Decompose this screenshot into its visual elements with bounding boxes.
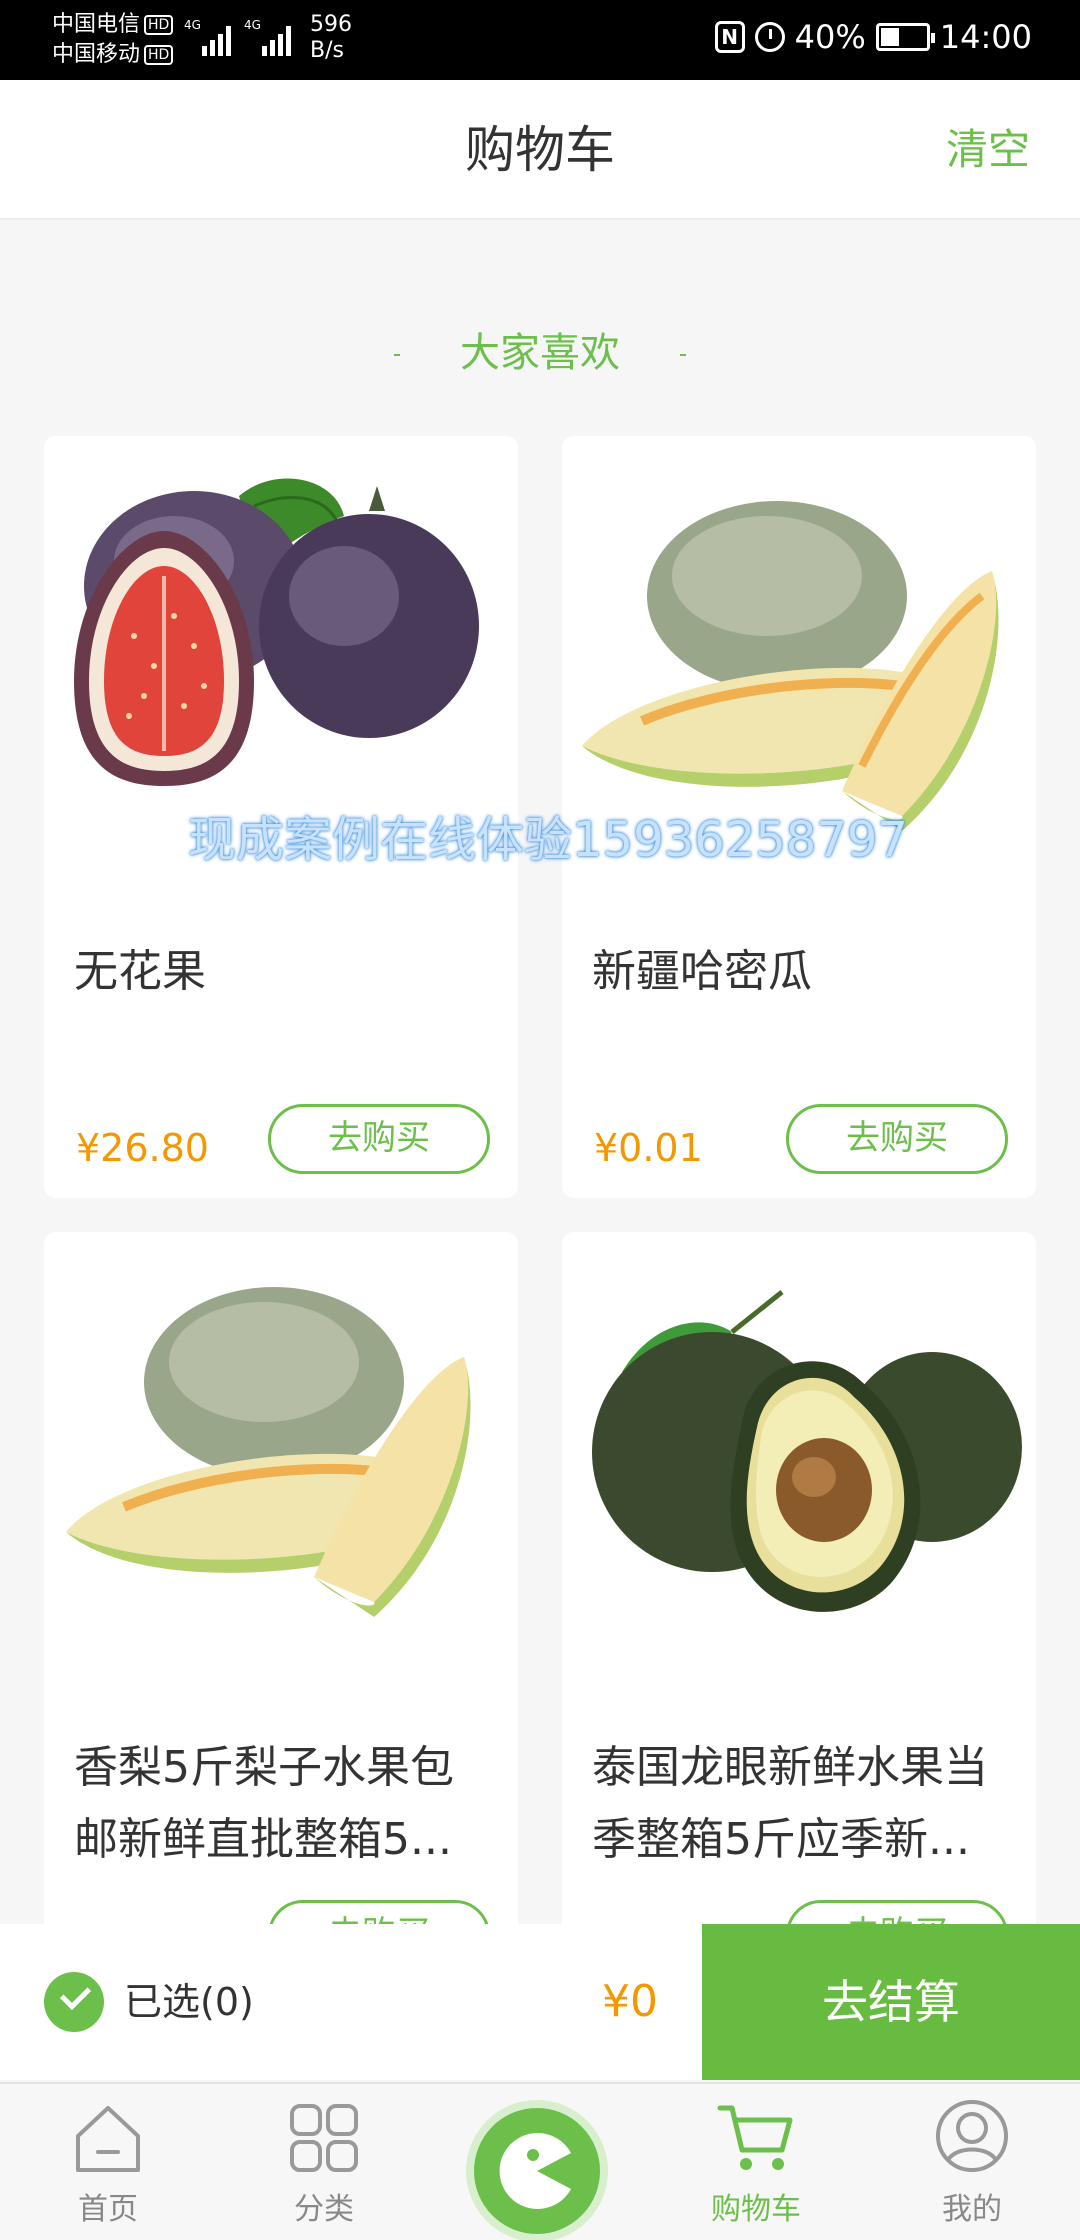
- cart-total: ¥0: [602, 1976, 658, 2027]
- bottom-tab-bar: 首页 分类 购物车 我的: [0, 2082, 1080, 2240]
- battery-icon: [875, 23, 935, 51]
- product-name: 无花果: [74, 946, 206, 997]
- section-title-text: 大家喜欢: [460, 330, 620, 376]
- tab-label: 我的: [942, 2192, 1002, 2227]
- buy-button[interactable]: 去购买: [268, 1104, 490, 1174]
- tab-me[interactable]: 我的: [892, 2084, 1052, 2240]
- product-name: 新疆哈密瓜: [592, 946, 812, 997]
- product-name: 香梨5斤梨子水果包邮新鲜直批整箱5...: [74, 1742, 454, 1865]
- carrier2-label: 中国移动: [52, 42, 141, 67]
- nav-header: 购物车 清空: [0, 80, 1080, 220]
- alarm-icon: [754, 22, 785, 52]
- system-indicators: N 40% 14:00: [714, 18, 1032, 56]
- clear-cart-button[interactable]: 清空: [946, 80, 1030, 220]
- product-card[interactable]: 泰国龙眼新鲜水果当季整箱5斤应季新... 去购买: [562, 1232, 1036, 1994]
- selected-count: 已选(0): [124, 1980, 254, 2024]
- home-icon: [76, 2106, 140, 2172]
- product-price: ¥26.80: [76, 1126, 209, 1170]
- tab-label: 首页: [78, 2192, 138, 2227]
- carrier1-label: 中国电信: [52, 12, 141, 37]
- title-divider: [394, 354, 400, 356]
- select-all-checkbox[interactable]: [44, 1972, 104, 2032]
- carrier-info: 中国电信 HD 中国移动 HD: [52, 10, 174, 70]
- network-label: 4G: [244, 18, 261, 32]
- watermark-overlay: 现成案例在线体验15936258797: [188, 812, 908, 868]
- network-label: 4G: [184, 18, 201, 32]
- tab-home[interactable]: 首页: [28, 2084, 188, 2240]
- melon-image[interactable]: [44, 1232, 518, 1662]
- user-icon: [936, 2100, 1008, 2172]
- category-icon: [290, 2104, 358, 2172]
- product-name: 泰国龙眼新鲜水果当季整箱5斤应季新...: [592, 1742, 988, 1865]
- clock: 14:00: [939, 18, 1032, 56]
- pacman-logo-icon: [499, 2133, 571, 2209]
- avocado-image[interactable]: [562, 1232, 1036, 1662]
- recommend-section-title: 大家喜欢: [0, 320, 1080, 378]
- buy-button[interactable]: 去购买: [786, 1104, 1008, 1174]
- hd-badge: HD: [144, 45, 174, 65]
- nfc-icon: N: [714, 21, 745, 53]
- product-card[interactable]: 香梨5斤梨子水果包邮新鲜直批整箱5... 去购买: [44, 1232, 518, 1994]
- product-price: ¥0.01: [594, 1126, 703, 1170]
- center-logo-button[interactable]: [466, 2100, 608, 2240]
- title-divider: [680, 354, 686, 356]
- cart-summary-bar: 已选(0) ¥0 去结算: [0, 1924, 1080, 2080]
- cart-icon: [717, 2105, 793, 2170]
- status-bar: 中国电信 HD 中国移动 HD 4G 4G 596 B/s N 40% 14:00: [0, 0, 1080, 80]
- net-speed-value: 596: [310, 12, 352, 37]
- checkout-button[interactable]: 去结算: [702, 1924, 1080, 2080]
- signal-icon: 4G: [184, 18, 236, 56]
- net-speed-unit: B/s: [310, 38, 344, 63]
- tab-category[interactable]: 分类: [244, 2084, 404, 2240]
- tab-cart[interactable]: 购物车: [676, 2084, 836, 2240]
- net-speed: 596 B/s: [310, 12, 352, 64]
- tab-label: 购物车: [711, 2192, 801, 2227]
- signal-icon: 4G: [244, 18, 296, 56]
- battery-percent: 40%: [794, 18, 866, 56]
- page-title: 购物车: [465, 121, 615, 179]
- hd-badge: HD: [144, 15, 174, 35]
- tab-label: 分类: [294, 2192, 354, 2227]
